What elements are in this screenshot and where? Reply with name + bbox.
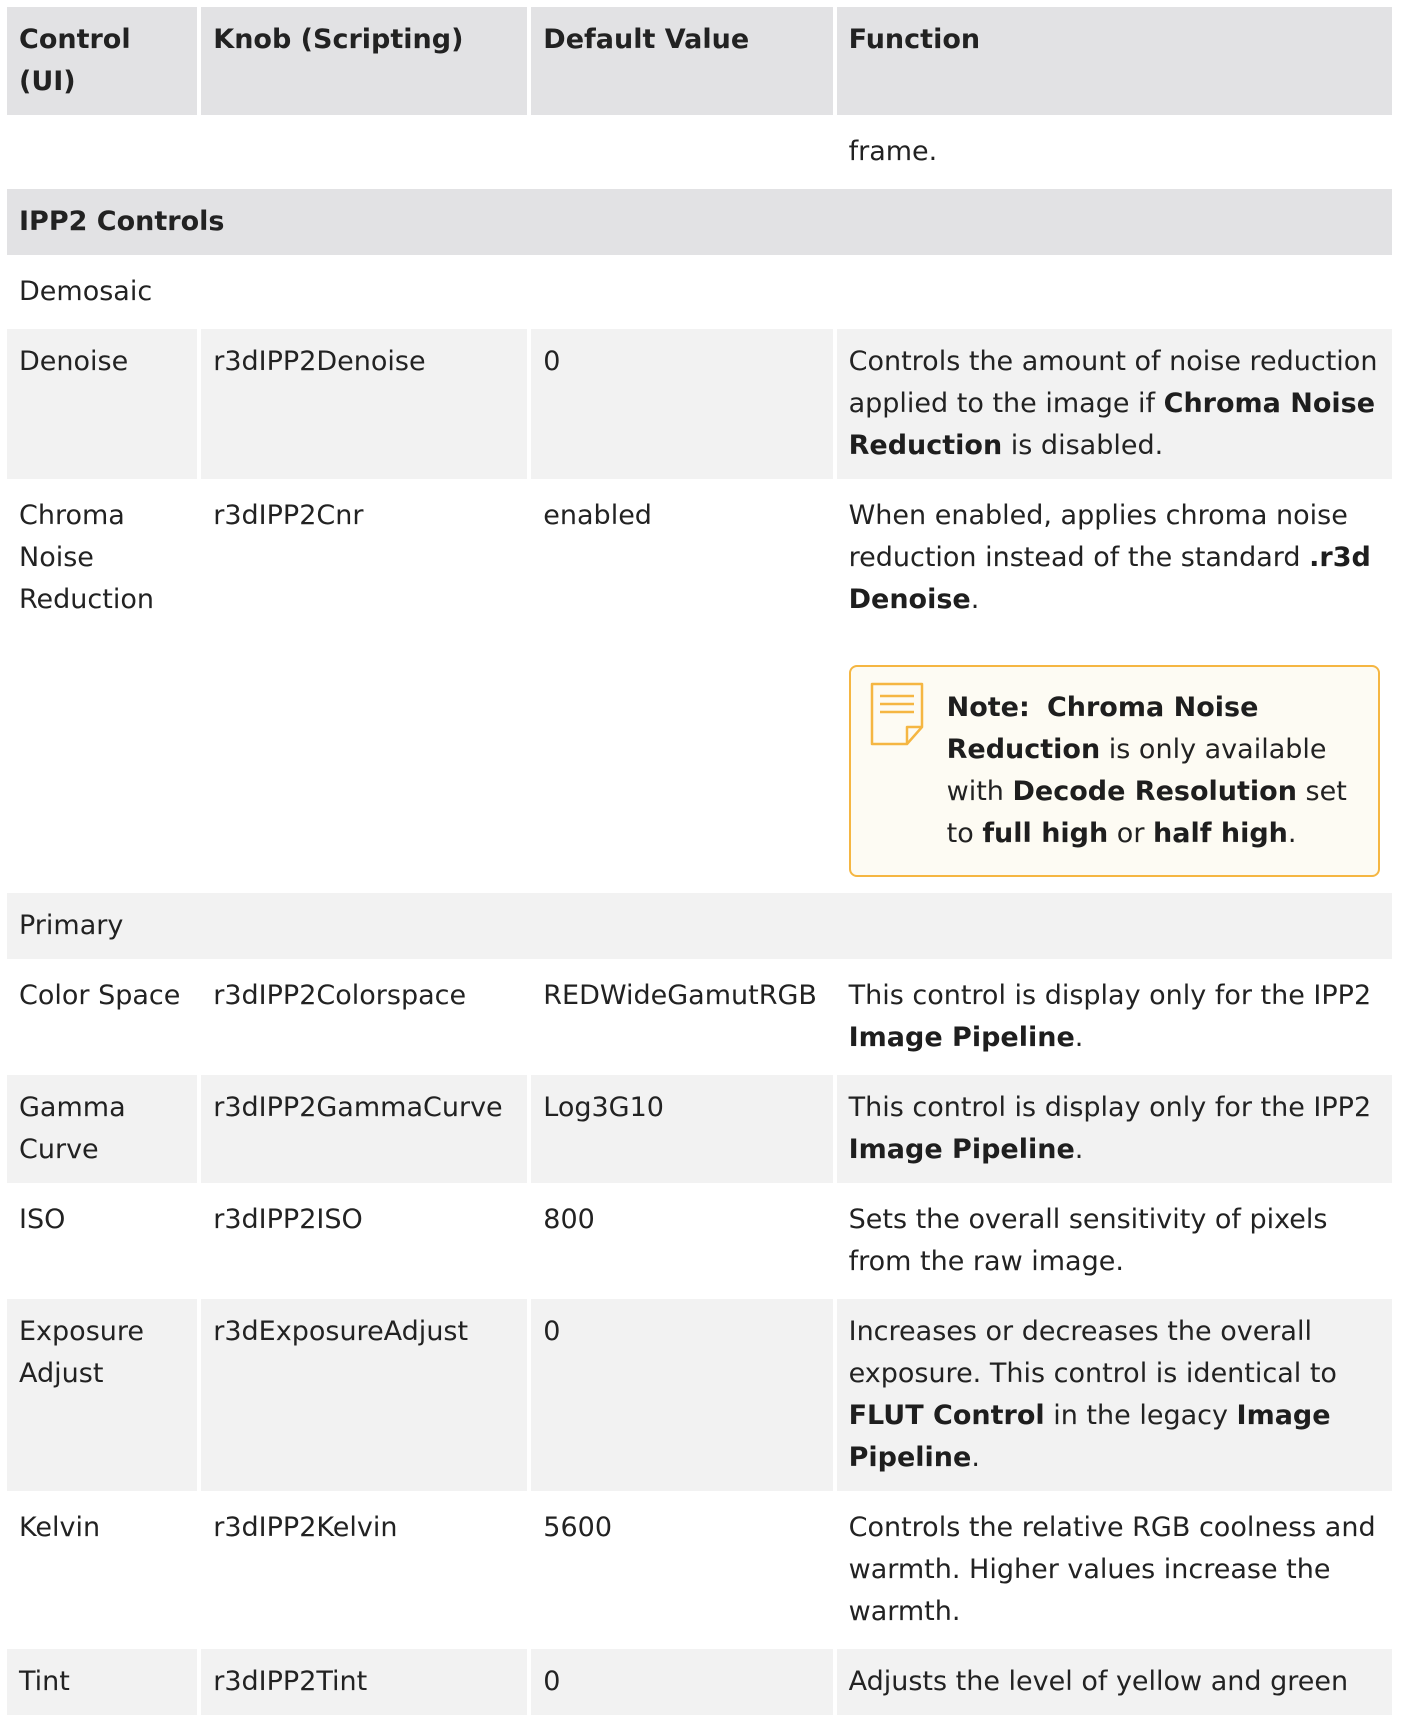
section-row-ipp2-controls: IPP2 Controls xyxy=(7,189,1392,255)
function-text: . xyxy=(1074,1134,1084,1165)
cell-control: Tint xyxy=(7,1649,198,1715)
cell-knob: r3dIPP2Colorspace xyxy=(201,963,528,1071)
header-function: Function xyxy=(836,7,1392,115)
cell-knob: r3dIPP2Tint xyxy=(201,1649,528,1715)
cell-knob: r3dExposureAdjust xyxy=(201,1299,528,1491)
function-text: in the legacy xyxy=(1044,1400,1237,1431)
cell-control: Color Space xyxy=(7,963,198,1071)
cell-function: Increases or decreases the overall expos… xyxy=(836,1299,1392,1491)
cell-control: ISO xyxy=(7,1187,198,1295)
note-strong: full high xyxy=(982,818,1109,849)
table-header-row: Control (UI) Knob (Scripting) Default Va… xyxy=(7,7,1392,115)
function-text: . xyxy=(971,1442,980,1473)
cell-function: Adjusts the level of yellow and green xyxy=(836,1649,1392,1715)
cell-default: 0 xyxy=(531,1299,833,1491)
table-row-color-space: Color Space r3dIPP2Colorspace REDWideGam… xyxy=(7,963,1392,1071)
cell-knob: r3dIPP2Denoise xyxy=(201,329,528,479)
cell-function: When enabled, applies chroma noise reduc… xyxy=(836,483,1392,889)
table-row-iso: ISO r3dIPP2ISO 800 Sets the overall sens… xyxy=(7,1187,1392,1295)
cell-default: 5600 xyxy=(531,1495,833,1645)
function-text: This control is display only for the IPP… xyxy=(848,1092,1372,1123)
cell-control: Gamma Curve xyxy=(7,1075,198,1183)
cell-knob: r3dIPP2Cnr xyxy=(201,483,528,889)
header-knob-scripting: Knob (Scripting) xyxy=(201,7,528,115)
function-text: When enabled, applies chroma noise reduc… xyxy=(848,500,1348,573)
group-title: Demosaic xyxy=(7,259,1392,325)
cell-control: Exposure Adjust xyxy=(7,1299,198,1491)
table-row-kelvin: Kelvin r3dIPP2Kelvin 5600 Controls the r… xyxy=(7,1495,1392,1645)
note-text: or xyxy=(1108,818,1154,849)
table-row-continued: frame. xyxy=(7,119,1392,185)
cell-knob: r3dIPP2GammaCurve xyxy=(201,1075,528,1183)
function-text: This control is display only for the IPP… xyxy=(848,980,1372,1011)
function-text: . xyxy=(970,584,980,615)
note-label: Note: xyxy=(946,692,1030,723)
cell-control: Chroma Noise Reduction xyxy=(7,483,198,889)
function-strong: Image Pipeline xyxy=(848,1134,1075,1165)
cell-default: enabled xyxy=(531,483,833,889)
table-row-denoise: Denoise r3dIPP2Denoise 0 Controls the am… xyxy=(7,329,1392,479)
note-strong: Decode Resolution xyxy=(1012,776,1297,807)
cell-default: 800 xyxy=(531,1187,833,1295)
group-title: Primary xyxy=(7,893,1392,959)
cell-default: 0 xyxy=(531,1649,833,1715)
cell-knob: r3dIPP2Kelvin xyxy=(201,1495,528,1645)
function-strong: Image Pipeline xyxy=(848,1022,1075,1053)
reference-table: Control (UI) Knob (Scripting) Default Va… xyxy=(3,3,1396,1719)
note-strong: half high xyxy=(1153,818,1288,849)
note-text: . xyxy=(1287,818,1297,849)
cell-function: Controls the amount of noise reduction a… xyxy=(836,329,1392,479)
header-default-value: Default Value xyxy=(531,7,833,115)
table-row-tint: Tint r3dIPP2Tint 0 Adjusts the level of … xyxy=(7,1649,1392,1715)
note-icon xyxy=(870,682,923,746)
group-row-primary: Primary xyxy=(7,893,1392,959)
function-text: . xyxy=(1074,1022,1084,1053)
cell-function: Controls the relative RGB coolness and w… xyxy=(836,1495,1392,1645)
section-title: IPP2 Controls xyxy=(7,189,1392,255)
function-text: Increases or decreases the overall expos… xyxy=(848,1316,1337,1389)
cell-function: Sets the overall sensitivity of pixels f… xyxy=(836,1187,1392,1295)
cell-control: Denoise xyxy=(7,329,198,479)
cell-empty xyxy=(7,119,198,185)
note-callout: Note: Chroma Noise Reduction is only ava… xyxy=(848,665,1380,877)
cell-default: Log3G10 xyxy=(531,1075,833,1183)
cell-empty xyxy=(201,119,528,185)
cell-empty xyxy=(531,119,833,185)
header-control-ui: Control (UI) xyxy=(7,7,198,115)
cell-default: 0 xyxy=(531,329,833,479)
cell-default: REDWideGamutRGB xyxy=(531,963,833,1071)
table-row-chroma-noise-reduction: Chroma Noise Reduction r3dIPP2Cnr enable… xyxy=(7,483,1392,889)
table-row-gamma-curve: Gamma Curve r3dIPP2GammaCurve Log3G10 Th… xyxy=(7,1075,1392,1183)
cell-function: This control is display only for the IPP… xyxy=(836,1075,1392,1183)
table-row-exposure-adjust: Exposure Adjust r3dExposureAdjust 0 Incr… xyxy=(7,1299,1392,1491)
cell-function: frame. xyxy=(836,119,1392,185)
cell-function: This control is display only for the IPP… xyxy=(836,963,1392,1071)
group-row-demosaic: Demosaic xyxy=(7,259,1392,325)
function-strong: FLUT Control xyxy=(848,1400,1045,1431)
function-text: is disabled. xyxy=(1002,430,1164,461)
cell-knob: r3dIPP2ISO xyxy=(201,1187,528,1295)
cell-control: Kelvin xyxy=(7,1495,198,1645)
